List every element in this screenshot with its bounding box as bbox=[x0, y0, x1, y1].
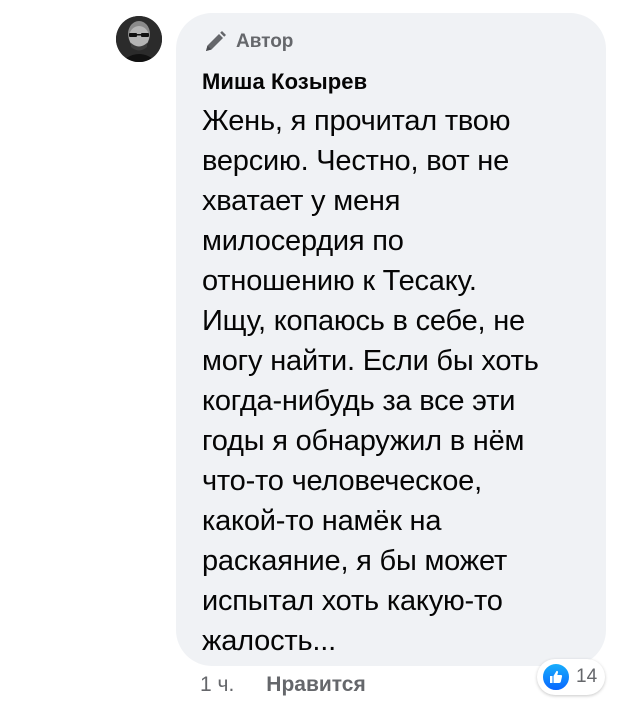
comment-bubble: Автор Миша Козырев Жень, я прочитал твою… bbox=[176, 13, 606, 666]
avatar[interactable] bbox=[116, 16, 162, 62]
author-name[interactable]: Миша Козырев bbox=[202, 69, 584, 95]
comment-text: Жень, я прочитал твою версию. Честно, во… bbox=[202, 105, 539, 657]
author-badge-label: Автор bbox=[236, 31, 294, 52]
timestamp[interactable]: 1 ч. bbox=[200, 673, 234, 697]
like-icon bbox=[541, 662, 571, 692]
reaction-count: 14 bbox=[576, 666, 598, 687]
pencil-icon bbox=[202, 29, 228, 55]
author-badge: Автор bbox=[202, 29, 584, 55]
avatar-image bbox=[116, 16, 162, 62]
comment: Автор Миша Козырев Жень, я прочитал твою… bbox=[0, 0, 640, 710]
like-button[interactable]: Нравится bbox=[266, 673, 365, 697]
comment-actions: 1 ч. Нравится bbox=[200, 673, 366, 697]
reactions-summary[interactable]: 14 bbox=[537, 659, 606, 695]
